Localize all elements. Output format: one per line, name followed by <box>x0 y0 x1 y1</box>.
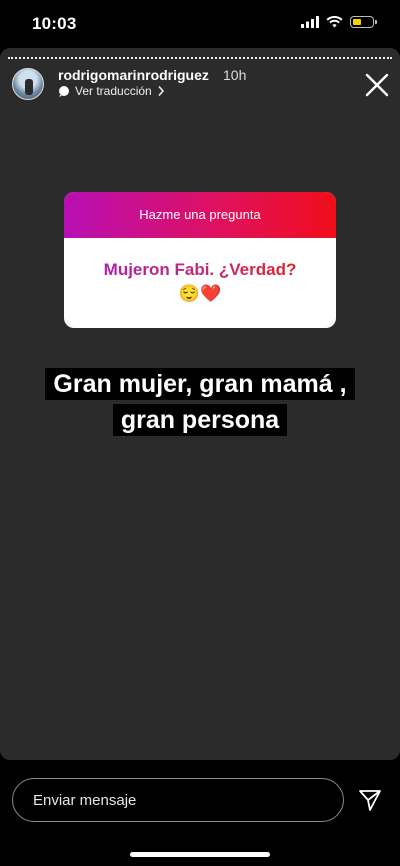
reply-bar <box>0 760 400 866</box>
status-icons <box>301 16 377 28</box>
story-progress-bar <box>8 57 392 61</box>
battery-level <box>353 19 361 25</box>
caption-line-2: gran persona <box>112 404 288 436</box>
cellular-signal-icon <box>301 16 319 28</box>
question-sticker[interactable]: Hazme una pregunta Mujeron Fabi. ¿Verdad… <box>64 192 336 328</box>
story-caption: Gran mujer, gran mamá , gran persona <box>0 366 400 438</box>
close-icon[interactable] <box>364 72 390 98</box>
home-indicator[interactable] <box>130 852 270 857</box>
battery-icon <box>350 16 377 28</box>
story-time-ago: 10h <box>223 67 247 83</box>
status-time: 10:03 <box>32 14 77 33</box>
question-answer-text: Mujeron Fabi. ¿Verdad? <box>103 260 297 279</box>
status-bar: 10:03 <box>0 0 400 48</box>
story-username[interactable]: rodrigomarinrodriguez <box>58 67 209 83</box>
translate-label: Ver traducción <box>75 84 152 98</box>
avatar[interactable] <box>12 68 44 100</box>
translate-link[interactable]: Ver traducción <box>58 84 165 98</box>
message-input[interactable] <box>12 778 344 822</box>
caption-line-1: Gran mujer, gran mamá , <box>45 368 355 400</box>
question-answer-area: Mujeron Fabi. ¿Verdad? 😌❤️ <box>64 238 336 304</box>
wifi-icon <box>326 16 343 28</box>
answer-emojis: 😌❤️ <box>178 284 222 303</box>
speech-bubble-icon <box>59 86 69 97</box>
story-view[interactable]: rodrigomarinrodriguez 10h Ver traducción… <box>0 48 400 760</box>
chevron-right-icon <box>158 85 164 97</box>
question-prompt: Hazme una pregunta <box>64 192 336 238</box>
send-icon[interactable] <box>358 788 382 812</box>
